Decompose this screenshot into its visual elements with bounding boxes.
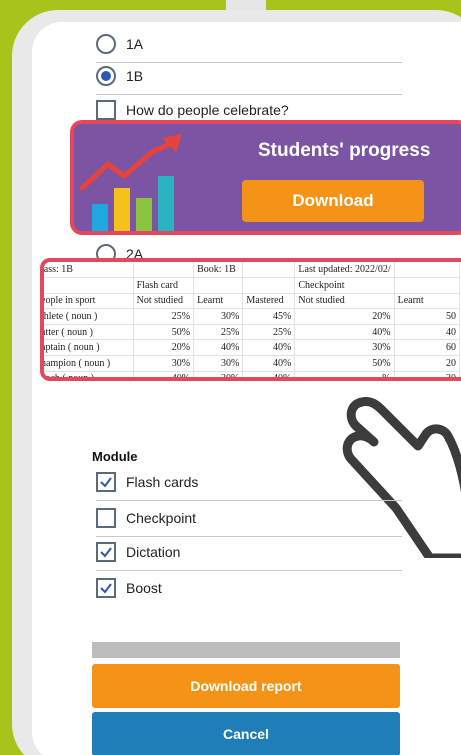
table-cell: 50% — [294, 355, 395, 372]
module-item-flash-cards[interactable]: Flash cards — [96, 472, 198, 492]
table-cell: 20% — [294, 308, 395, 325]
table-cell — [394, 277, 461, 294]
module-item-boost[interactable]: Boost — [96, 578, 162, 598]
students-progress-banner: Students' progress Download — [70, 120, 461, 235]
radio-option-1a[interactable]: 1A — [96, 34, 143, 54]
table-cell: 20% — [133, 339, 195, 357]
table-cell: Mastered — [242, 293, 296, 310]
table-cell: 30% — [193, 308, 244, 325]
table-cell: Not studied — [294, 293, 395, 310]
radio-option-1b[interactable]: 1B — [96, 66, 143, 86]
table-cell: 50% — [133, 324, 195, 341]
table-cell: 30% — [294, 339, 395, 357]
table-cell: eople in sport — [44, 293, 134, 310]
report-table: lass: 1B Book: 1B Last updated: 2022/02/Fl… — [44, 262, 461, 377]
pointing-hand-icon — [342, 397, 461, 558]
banner-title: Students' progress — [258, 140, 431, 161]
table-cell: Book: 1B — [193, 262, 244, 279]
table-cell — [44, 277, 134, 294]
table-cell: Not studied — [133, 293, 195, 310]
cancel-button[interactable]: Cancel — [92, 712, 400, 755]
divider — [96, 94, 402, 95]
module-item-label: Flash cards — [126, 474, 199, 490]
table-cell: hampion ( noun ) — [44, 355, 134, 372]
table-cell: 60 — [394, 339, 461, 357]
table-cell: 40% — [133, 371, 195, 377]
progress-report-table: lass: 1B Book: 1B Last updated: 2022/02/Fl… — [40, 258, 461, 381]
table-cell: Learnt — [193, 293, 244, 310]
table-row: aptain ( noun ) 20% 40% 40% 30% 60 — [44, 339, 461, 357]
check-icon — [100, 583, 112, 594]
table-row: atter ( noun ) 50% 25% 25% 40% 40 — [44, 324, 461, 341]
download-report-button[interactable]: Download report — [92, 664, 400, 708]
table-cell: Flash card — [133, 277, 195, 294]
table-cell: 40% — [242, 371, 296, 377]
table-cell: oach ( noun ) — [44, 371, 134, 377]
divider — [96, 62, 402, 63]
table-cell — [242, 277, 296, 294]
table-cell: 40% — [193, 339, 244, 357]
table-row: lass: 1B Book: 1B Last updated: 2022/02/ — [44, 262, 461, 279]
checkbox-option-topic[interactable]: How do people celebrate? — [96, 100, 289, 120]
table-cell: lass: 1B — [44, 262, 134, 279]
checkbox-checked[interactable] — [96, 578, 116, 598]
checkbox-checked[interactable] — [96, 542, 116, 562]
check-icon — [100, 477, 112, 488]
module-item-checkpoint[interactable]: Checkpoint — [96, 508, 196, 528]
module-item-label: Dictation — [126, 544, 181, 560]
table-row: hampion ( noun ) 30% 30% 40% 50% 20 — [44, 355, 461, 372]
table-cell: 25% — [133, 308, 195, 325]
table-cell: 30% — [133, 355, 195, 372]
checkbox[interactable] — [96, 508, 116, 528]
table-cell: 40% — [242, 355, 296, 372]
option-label: How do people celebrate? — [126, 102, 289, 118]
option-label: 1B — [126, 68, 144, 84]
option-label: 1A — [126, 36, 144, 52]
divider — [96, 500, 402, 501]
table-cell: 50 — [394, 308, 461, 325]
checkbox-checked[interactable] — [96, 472, 116, 492]
table-cell: atter ( noun ) — [44, 324, 134, 341]
table-cell: 20% — [193, 371, 244, 377]
table-cell — [133, 262, 195, 279]
disabled-bar — [92, 642, 400, 658]
module-title: Module — [92, 449, 138, 464]
divider — [96, 570, 402, 571]
radio-button-selected[interactable] — [96, 66, 116, 86]
table-cell: 40 — [394, 324, 461, 341]
table-cell — [394, 262, 461, 279]
module-item-label: Boost — [126, 580, 162, 596]
radio-button[interactable] — [96, 34, 116, 54]
table-cell: 40% — [242, 339, 296, 357]
module-item-dictation[interactable]: Dictation — [96, 542, 180, 562]
table-cell: aptain ( noun ) — [44, 339, 134, 357]
table-cell: 25% — [193, 324, 244, 341]
table-cell: 40% — [294, 324, 395, 341]
table-row: eople in sport Not studied Learnt Mastered N… — [44, 293, 461, 310]
growth-chart-icon — [79, 134, 182, 231]
table-cell: Learnt — [394, 293, 461, 310]
table-cell: 20 — [394, 355, 461, 372]
module-item-label: Checkpoint — [126, 510, 197, 526]
table-cell: Last updated: 2022/02/ — [294, 262, 395, 279]
table-cell — [242, 262, 296, 279]
check-icon — [100, 547, 112, 558]
checkbox[interactable] — [96, 100, 116, 120]
table-cell — [193, 277, 244, 294]
table-cell: 45% — [242, 308, 296, 325]
download-button[interactable]: Download — [242, 180, 424, 222]
table-cell: 30% — [193, 355, 244, 372]
table-cell: Checkpoint — [294, 277, 395, 294]
divider — [96, 536, 402, 537]
table-row: Flash card Checkpoint — [44, 277, 461, 294]
table-cell: 25% — [242, 324, 296, 341]
table-row: thlete ( noun ) 25% 30% 45% 20% 50 — [44, 308, 461, 325]
table-cell: thlete ( noun ) — [44, 308, 134, 325]
